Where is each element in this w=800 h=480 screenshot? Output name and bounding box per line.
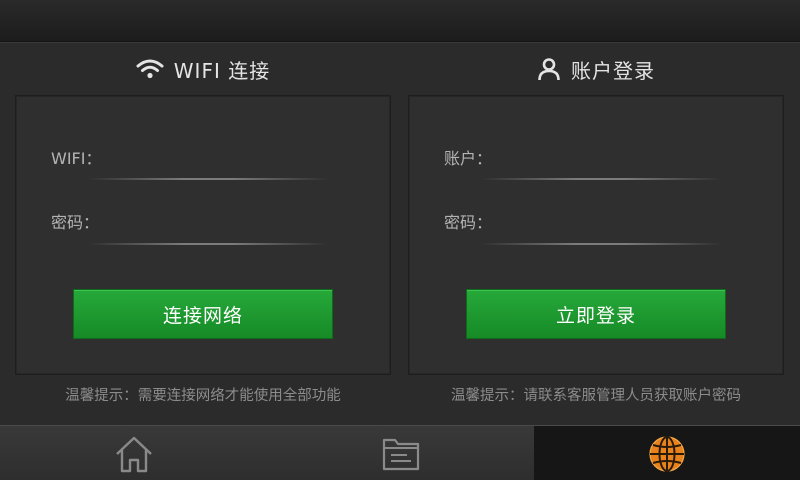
bottom-nav-bar bbox=[0, 425, 800, 480]
account-username-underline bbox=[481, 178, 721, 180]
nav-network-button[interactable] bbox=[534, 426, 800, 480]
account-panel-title: 账户登录 bbox=[408, 52, 784, 86]
account-panel-title-text: 账户登录 bbox=[571, 58, 655, 83]
wifi-password-label: 密码： bbox=[51, 213, 100, 232]
wifi-password-input[interactable] bbox=[111, 206, 326, 234]
account-tip: 温馨提示：请联系客服管理人员获取账户密码 bbox=[451, 388, 741, 404]
wifi-ssid-input[interactable] bbox=[111, 142, 326, 170]
wifi-tip: 温馨提示：需要连接网络才能使用全部功能 bbox=[65, 388, 341, 404]
connect-network-button[interactable]: 连接网络 bbox=[73, 289, 333, 339]
folder-icon bbox=[382, 438, 420, 470]
wifi-ssid-underline bbox=[88, 178, 328, 180]
wifi-icon bbox=[136, 59, 164, 79]
top-bar bbox=[0, 0, 800, 42]
account-username-input[interactable] bbox=[504, 142, 719, 170]
wifi-card: WIFI： 密码： 连接网络 bbox=[15, 95, 391, 375]
user-icon bbox=[538, 58, 560, 81]
globe-icon bbox=[649, 435, 685, 472]
account-card: 账户： 密码： 立即登录 bbox=[408, 95, 784, 375]
wifi-panel-title: WIFI 连接 bbox=[15, 52, 391, 86]
account-password-input[interactable] bbox=[504, 206, 719, 234]
account-username-label: 账户： bbox=[444, 149, 493, 168]
nav-files-button[interactable] bbox=[268, 426, 534, 480]
nav-home-button[interactable] bbox=[0, 426, 268, 480]
account-password-underline bbox=[481, 243, 721, 245]
home-icon bbox=[116, 436, 152, 472]
account-password-label: 密码： bbox=[444, 213, 493, 232]
wifi-panel-title-text: WIFI 连接 bbox=[173, 58, 271, 83]
wifi-password-underline bbox=[88, 243, 328, 245]
wifi-ssid-label: WIFI： bbox=[51, 149, 102, 168]
login-now-button[interactable]: 立即登录 bbox=[466, 289, 726, 339]
